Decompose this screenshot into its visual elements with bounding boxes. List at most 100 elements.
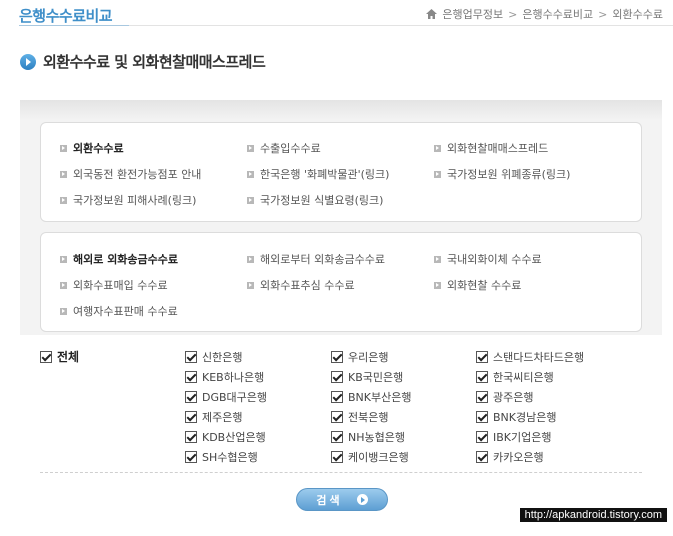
menu-link-label: 한국은행 '화폐박물관'(링크) [260,168,390,181]
breadcrumb-item[interactable]: 은행업무정보 [442,6,503,22]
menu-link-label: 외화현찰 수수료 [447,279,522,292]
bank-checkbox[interactable]: 제주은행 [185,409,242,425]
bullet-arrow-icon [434,255,441,263]
checkbox[interactable] [185,391,197,403]
menu-link-label: 국내외화이체 수수료 [447,253,542,266]
bank-checkbox[interactable]: 케이뱅크은행 [331,449,409,465]
menu-link-money-museum[interactable]: 한국은행 '화폐박물관'(링크) [247,166,389,182]
checkbox[interactable] [331,431,343,443]
checkbox[interactable] [185,351,197,363]
bank-checkbox[interactable]: 신한은행 [185,349,242,365]
bank-checkbox[interactable]: BNK부산은행 [331,389,411,405]
checkbox[interactable] [185,431,197,443]
bank-label: NH농협은행 [348,431,405,444]
bank-checkbox[interactable]: KDB산업은행 [185,429,266,445]
menu-link-fx-fee[interactable]: 외환수수료 [60,140,124,156]
arrow-right-icon [356,494,368,505]
title-underline [19,25,129,26]
checkbox[interactable] [476,351,488,363]
section-title: 외환수수료 및 외화현찰매매스프레드 [43,53,266,71]
breadcrumb-item-current: 외환수수료 [612,8,663,21]
check-all-label: 전체 [57,350,80,364]
bullet-arrow-icon [247,170,254,178]
bank-checkbox[interactable]: DGB대구은행 [185,389,267,405]
bank-label: 광주은행 [493,391,534,404]
bullet-arrow-icon [434,281,441,289]
menu-link-cash-spread[interactable]: 외화현찰매매스프레드 [434,140,548,156]
home-icon[interactable] [426,9,438,19]
bullet-arrow-icon [60,281,67,289]
bank-checkbox[interactable]: 스탠다드차타드은행 [476,349,584,365]
bank-checkbox[interactable]: KB국민은행 [331,369,403,385]
bullet-arrow-icon [247,144,254,152]
section-heading: 외환수수료 및 외화현찰매매스프레드 [20,51,266,72]
header-bar: 은행수수료비교 은행업무정보 > 은행수수료비교 > 외환수수료 [0,0,673,28]
menu-link-travelers-check[interactable]: 여행자수표판매 수수료 [60,303,178,319]
menu-link-check-purchase[interactable]: 외화수표매입 수수료 [60,277,168,293]
checkbox[interactable] [185,371,197,383]
menu-link-check-collection[interactable]: 외화수표추심 수수료 [247,277,355,293]
menu-link-label: 해외로 외화송금수수료 [73,253,179,266]
menu-link-counterfeit-types[interactable]: 국가정보원 위폐종류(링크) [434,166,570,182]
checkbox[interactable] [476,371,488,383]
bank-checkbox[interactable]: 한국씨티은행 [476,369,554,385]
bullet-arrow-icon [60,144,67,152]
menu-panel-shade [20,100,662,120]
checkbox[interactable] [331,351,343,363]
check-all[interactable]: 전체 [40,348,79,365]
bank-label: KDB산업은행 [202,431,266,444]
menu-link-coin-exchange[interactable]: 외국동전 환전가능점포 안내 [60,166,201,182]
bank-label: 우리은행 [348,351,389,364]
menu-link-outbound-remittance[interactable]: 해외로 외화송금수수료 [60,251,178,267]
checkbox[interactable] [476,451,488,463]
bank-label: 신한은행 [202,351,243,364]
checkbox[interactable] [185,451,197,463]
menu-link-label: 외환수수료 [73,142,124,155]
checkbox[interactable] [331,391,343,403]
bank-label: 한국씨티은행 [493,371,554,384]
menu-link-domestic-transfer[interactable]: 국내외화이체 수수료 [434,251,542,267]
bank-label: KEB하나은행 [202,371,265,384]
bullet-arrow-icon [247,196,254,204]
bank-label: IBK기업은행 [493,431,552,444]
checkbox[interactable] [331,451,343,463]
bank-label: KB국민은행 [348,371,404,384]
checkbox[interactable] [476,431,488,443]
bank-checkbox[interactable]: SH수협은행 [185,449,258,465]
menu-link-inbound-remittance[interactable]: 해외로부터 외화송금수수료 [247,251,385,267]
bank-label: 전북은행 [348,411,389,424]
search-button[interactable]: 검색 [296,488,388,511]
bank-checkbox[interactable]: 우리은행 [331,349,388,365]
menu-link-label: 외국동전 환전가능점포 안내 [73,168,202,181]
checkbox[interactable] [331,371,343,383]
bank-checkbox[interactable]: 전북은행 [331,409,388,425]
checkbox[interactable] [476,391,488,403]
checkbox[interactable] [331,411,343,423]
header-divider [129,25,673,26]
bank-label: DGB대구은행 [202,391,268,404]
bank-checkbox[interactable]: 카카오은행 [476,449,544,465]
checkbox[interactable] [185,411,197,423]
bank-checkbox[interactable]: IBK기업은행 [476,429,551,445]
menu-link-trade-fee[interactable]: 수출입수수료 [247,140,321,156]
menu-link-label: 외화수표추심 수수료 [260,279,355,292]
check-all-checkbox[interactable] [40,350,52,363]
bank-checkbox[interactable]: 광주은행 [476,389,533,405]
menu-link-damage-cases[interactable]: 국가정보원 피해사례(링크) [60,192,196,208]
circle-arrow-icon [20,53,36,70]
bullet-arrow-icon [60,170,67,178]
checkbox[interactable] [476,411,488,423]
bank-checkbox[interactable]: BNK경남은행 [476,409,556,425]
bullet-arrow-icon [60,255,67,263]
breadcrumb-item[interactable]: 은행수수료비교 [522,6,593,22]
bullet-arrow-icon [434,170,441,178]
bullet-arrow-icon [247,281,254,289]
bank-checkbox[interactable]: NH농협은행 [331,429,405,445]
bank-checkbox[interactable]: KEB하나은행 [185,369,264,385]
menu-link-label: 국가정보원 피해사례(링크) [73,194,197,207]
menu-link-cash-fee[interactable]: 외화현찰 수수료 [434,277,521,293]
bank-label: SH수협은행 [202,451,258,464]
breadcrumb-separator: > [598,7,608,21]
page-title: 은행수수료비교 [19,7,113,25]
menu-link-identification-guide[interactable]: 국가정보원 식별요령(링크) [247,192,383,208]
